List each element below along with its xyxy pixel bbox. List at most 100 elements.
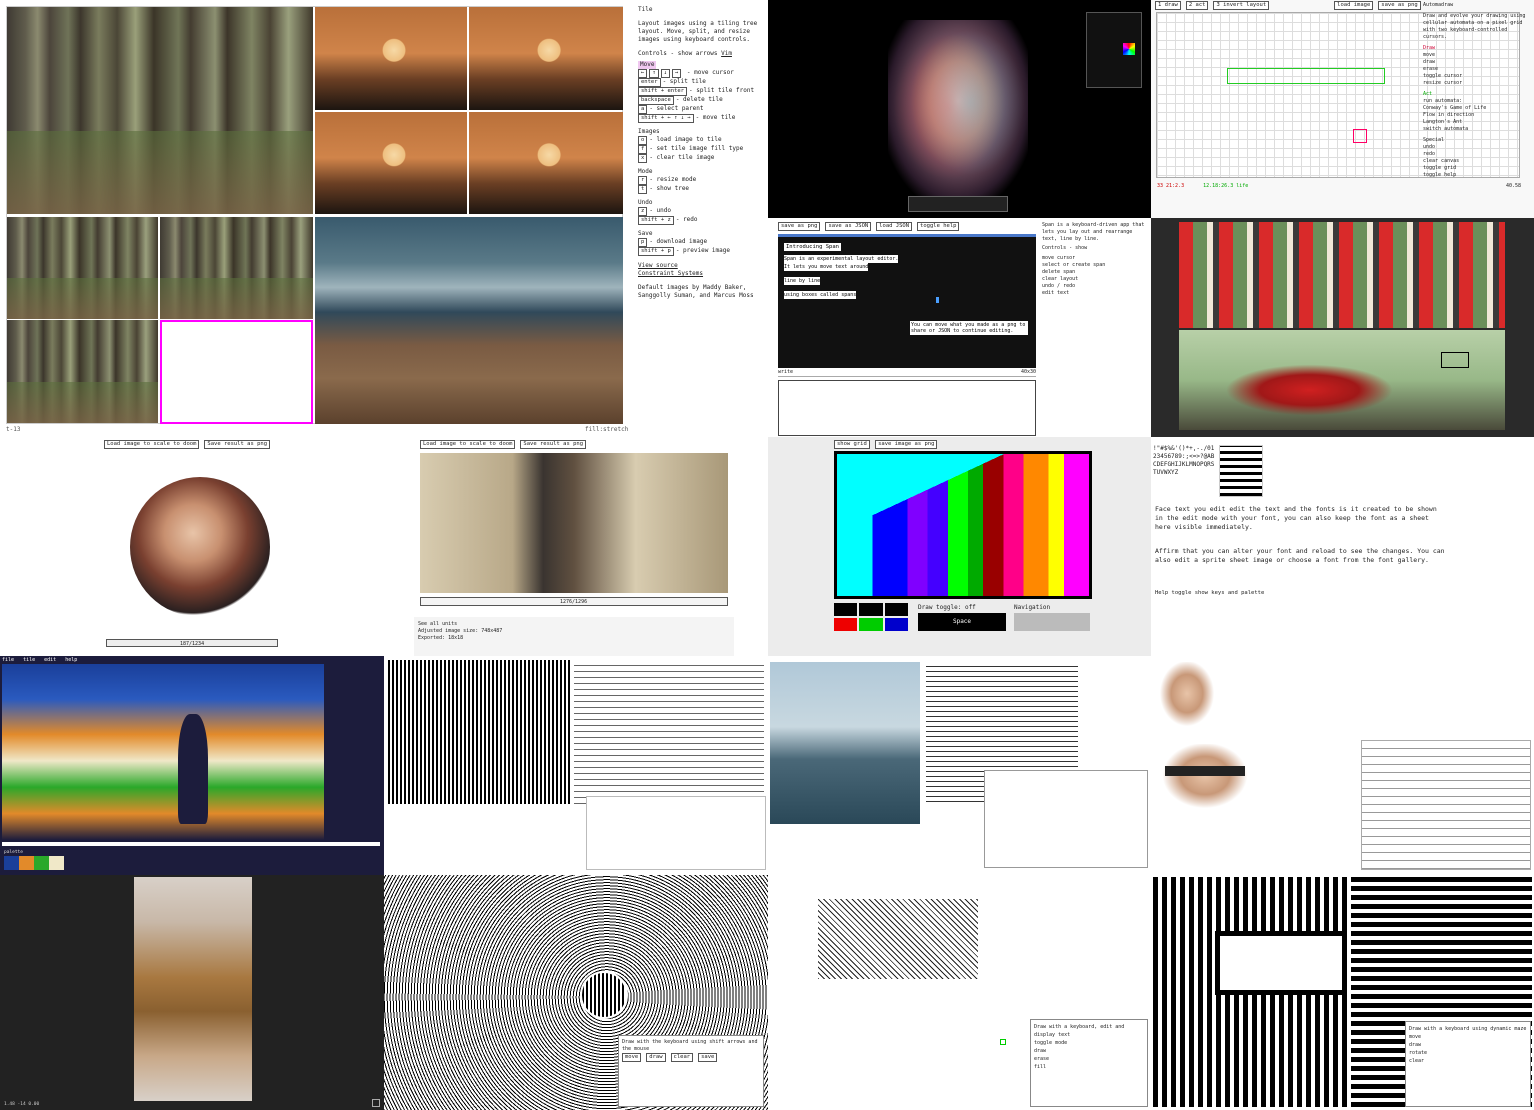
tile-image-forest[interactable] — [7, 217, 158, 319]
save-result-button[interactable]: Save result as png — [520, 440, 587, 449]
key-a[interactable]: a — [638, 105, 648, 114]
key-shift-p[interactable]: shift + p — [638, 247, 674, 256]
key-x[interactable]: x — [638, 154, 648, 163]
swatch-black[interactable] — [859, 603, 883, 616]
swatch-black[interactable] — [834, 603, 858, 616]
ascii-help-panel[interactable]: Draw with a keyboard, edit and display t… — [1030, 1019, 1148, 1107]
span-canvas[interactable]: Introducing Span Span is an experimental… — [778, 234, 1036, 368]
tile-image-moon[interactable] — [315, 7, 467, 110]
tile-image-moon[interactable] — [469, 112, 623, 214]
key-z[interactable]: z — [638, 207, 648, 216]
tv-palette[interactable] — [834, 603, 908, 631]
tile-image-forest[interactable] — [7, 320, 158, 423]
tab-act[interactable]: 2 act — [1185, 1, 1209, 10]
undo-label: Undo — [638, 199, 653, 206]
key-t[interactable]: t — [638, 185, 648, 194]
tile-image-moon[interactable] — [469, 7, 623, 110]
palette-swatches[interactable] — [4, 856, 64, 870]
move-row: ← ↑ ↓ → - move cursor — [638, 69, 764, 78]
key-draw[interactable]: draw — [646, 1053, 666, 1062]
tile-image-sea[interactable] — [315, 217, 623, 424]
lion-status: 1.48 -14 0.00 — [4, 1102, 40, 1107]
key-shift-z[interactable]: shift + z — [638, 216, 674, 225]
save-png-button[interactable]: save as png — [1378, 1, 1421, 10]
panel-row: fill — [1034, 1064, 1047, 1070]
see-all-link[interactable]: See all units — [418, 621, 730, 628]
color-swatch[interactable] — [1123, 43, 1135, 55]
space-key[interactable]: Space — [918, 613, 1006, 631]
key-shift-arrows[interactable]: shift + ← ↑ ↓ → — [638, 114, 694, 123]
key-f[interactable]: f — [638, 145, 648, 154]
key-enter[interactable]: enter — [638, 78, 661, 87]
key-save[interactable]: save — [698, 1053, 718, 1062]
view-source-link[interactable]: View source — [638, 262, 764, 270]
span-line[interactable]: using boxes called spans — [784, 291, 857, 299]
moire-help-panel[interactable]: Draw with the keyboard using shift arrow… — [618, 1035, 764, 1107]
span-line[interactable]: line by line — [784, 277, 821, 285]
load-image-button[interactable]: load image — [1334, 1, 1374, 10]
lion-corner-icon[interactable] — [372, 1099, 380, 1107]
navigation-label: Navigation — [1014, 604, 1051, 611]
save-result-button[interactable]: Save result as png — [204, 440, 271, 449]
key-o[interactable]: o — [638, 136, 648, 145]
swatch-green[interactable] — [859, 618, 883, 631]
help-overlay[interactable] — [586, 796, 766, 870]
tile-image-forest[interactable] — [7, 7, 313, 214]
span-callout[interactable]: You can move what you made as a png to s… — [910, 321, 1028, 335]
save-image-button[interactable]: save image as png — [875, 440, 938, 449]
span-line[interactable]: Span is an experimental layout editor. — [784, 255, 899, 263]
ech-help-panel[interactable]: Draw with a keyboard using dynamic maze … — [1405, 1021, 1531, 1107]
span-cursor — [936, 297, 939, 303]
span-line[interactable]: It lets you move text around — [784, 263, 869, 271]
key-clear[interactable]: clear — [670, 1053, 694, 1062]
constraint-link[interactable]: Constraint Systems — [638, 270, 764, 278]
load-image-button[interactable]: Load image to scale to doom — [104, 440, 200, 449]
tile-canvas[interactable] — [6, 6, 623, 424]
sea-help-overlay[interactable] — [984, 770, 1148, 868]
cursor-pink — [1353, 129, 1367, 143]
swatch-red[interactable] — [834, 618, 858, 631]
menu-item[interactable]: tile — [23, 657, 35, 663]
save-png-button[interactable]: save as png — [778, 222, 821, 231]
face-toolbar[interactable] — [908, 196, 1008, 212]
load-json-button[interactable]: load JSON — [876, 222, 913, 231]
landscape-scrollbar[interactable] — [2, 842, 380, 846]
load-image-button[interactable]: Load image to scale to doom — [420, 440, 516, 449]
key-backspace[interactable]: backspace — [638, 96, 674, 105]
lion-image[interactable] — [134, 877, 252, 1101]
glyph-editor[interactable] — [1219, 445, 1263, 497]
row-desc: - load image to tile — [649, 136, 722, 143]
menu-item[interactable]: edit — [44, 657, 56, 663]
menu-item[interactable]: help — [65, 657, 77, 663]
swatch-black[interactable] — [884, 603, 908, 616]
face-controls-panel[interactable] — [1086, 12, 1142, 88]
help-row: shift + p- preview image — [638, 247, 764, 256]
tile-image-forest[interactable] — [160, 217, 313, 319]
menu-item[interactable]: file — [2, 657, 14, 663]
save-json-button[interactable]: save as JSON — [825, 222, 872, 231]
vim-link[interactable]: Vim — [721, 50, 732, 57]
key-right[interactable]: → — [671, 69, 682, 78]
navigation-keys[interactable] — [1014, 613, 1090, 631]
key-shift-enter[interactable]: shift + enter — [638, 87, 688, 96]
show-grid-button[interactable]: show grid — [834, 440, 870, 449]
landscape-canvas[interactable] — [2, 664, 324, 840]
tile-image-moon[interactable] — [315, 112, 467, 214]
tv-canvas[interactable] — [834, 451, 1092, 599]
span-heading[interactable]: Introducing Span — [784, 243, 841, 251]
ascii-art[interactable] — [818, 899, 978, 979]
key-p[interactable]: p — [638, 238, 648, 247]
selection-box[interactable] — [1441, 352, 1469, 368]
key-down[interactable]: ↓ — [660, 69, 670, 78]
tab-invert[interactable]: 3 invert layout — [1213, 1, 1270, 10]
key-r[interactable]: r — [638, 176, 648, 185]
key-move[interactable]: move — [622, 1053, 642, 1062]
key-up[interactable]: ↑ — [649, 69, 659, 78]
tab-draw[interactable]: 1 draw — [1155, 1, 1181, 10]
swatch-blue[interactable] — [884, 618, 908, 631]
draw-label: Draw — [1423, 45, 1436, 51]
toggle-help-button[interactable]: toggle help — [917, 222, 960, 231]
face-help-panel[interactable] — [1361, 740, 1531, 870]
key-left[interactable]: ← — [638, 69, 648, 78]
tile-cursor-empty[interactable] — [160, 320, 313, 424]
